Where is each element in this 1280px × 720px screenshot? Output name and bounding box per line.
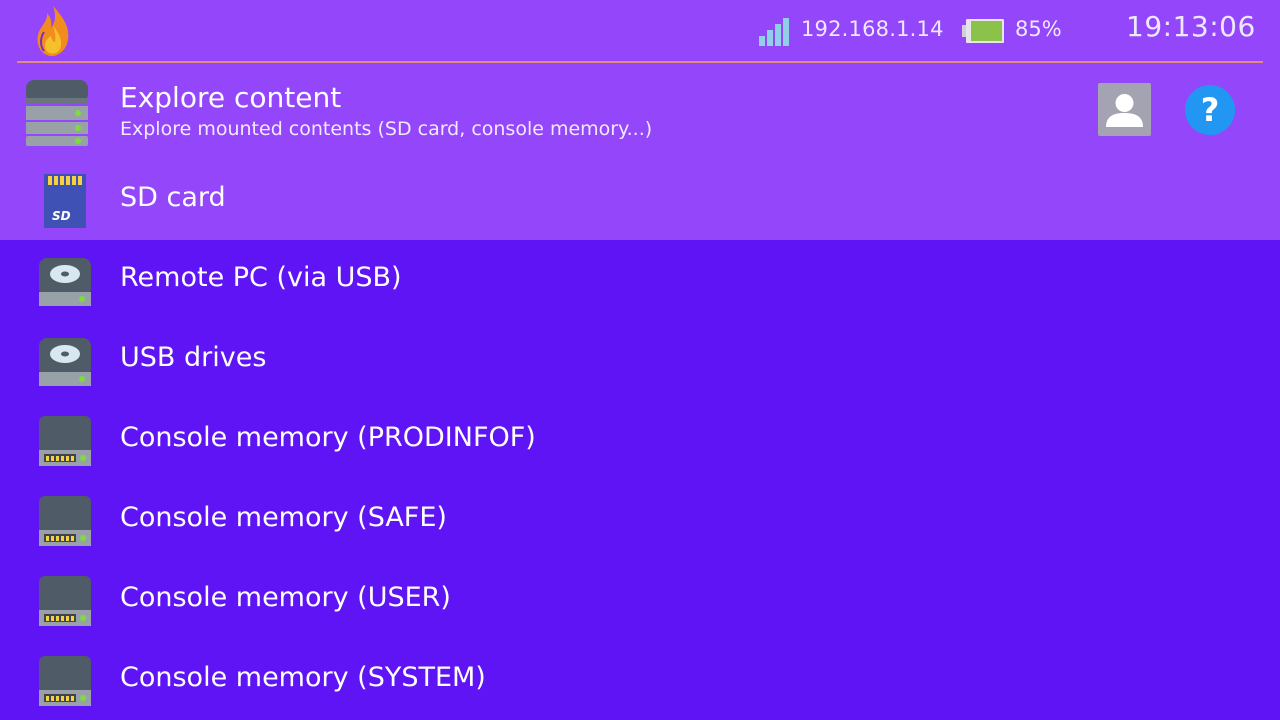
- disk-drive-icon: [39, 338, 91, 386]
- page-subtitle: Explore mounted contents (SD card, conso…: [120, 118, 653, 140]
- memory-chip-icon: [39, 496, 91, 546]
- storage-stack-icon: [26, 80, 88, 146]
- list-item-label: Console memory (SAFE): [120, 502, 447, 533]
- list-item-sd-card[interactable]: SD SD card: [0, 160, 1280, 240]
- list-item-console-safe[interactable]: Console memory (SAFE): [0, 480, 1280, 560]
- list-item-label: Console memory (SYSTEM): [120, 662, 486, 693]
- help-icon: ?: [1200, 91, 1220, 129]
- list-item-usb-drives[interactable]: USB drives: [0, 320, 1280, 400]
- list-item-label: SD card: [120, 182, 226, 213]
- page-title: Explore content: [120, 81, 342, 114]
- user-profile-button[interactable]: [1098, 83, 1151, 136]
- battery-percent: 85%: [1015, 17, 1062, 41]
- list-item-console-user[interactable]: Console memory (USER): [0, 560, 1280, 640]
- top-divider: [17, 61, 1263, 63]
- memory-chip-icon: [39, 656, 91, 706]
- clock: 19:13:06: [1126, 10, 1256, 43]
- list-item-label: Console memory (PRODINFOF): [120, 422, 536, 453]
- user-icon: [1106, 94, 1143, 127]
- list-item-remote-pc[interactable]: Remote PC (via USB): [0, 240, 1280, 320]
- sd-card-icon: SD: [44, 174, 86, 228]
- content-list: SD SD card Remote PC (via USB) USB drive…: [0, 160, 1280, 720]
- ip-address: 192.168.1.14: [801, 17, 944, 41]
- wifi-signal-icon: [758, 14, 792, 48]
- battery-icon: [962, 14, 1006, 48]
- list-item-label: Console memory (USER): [120, 582, 451, 613]
- list-item-console-prodinfof[interactable]: Console memory (PRODINFOF): [0, 400, 1280, 480]
- list-item-label: USB drives: [120, 342, 267, 373]
- memory-chip-icon: [39, 416, 91, 466]
- help-button[interactable]: ?: [1185, 85, 1235, 135]
- flame-logo-icon: [37, 6, 69, 57]
- svg-text:SD: SD: [52, 209, 71, 223]
- list-item-label: Remote PC (via USB): [120, 262, 402, 293]
- list-item-console-system[interactable]: Console memory (SYSTEM): [0, 640, 1280, 720]
- disk-drive-icon: [39, 258, 91, 306]
- memory-chip-icon: [39, 576, 91, 626]
